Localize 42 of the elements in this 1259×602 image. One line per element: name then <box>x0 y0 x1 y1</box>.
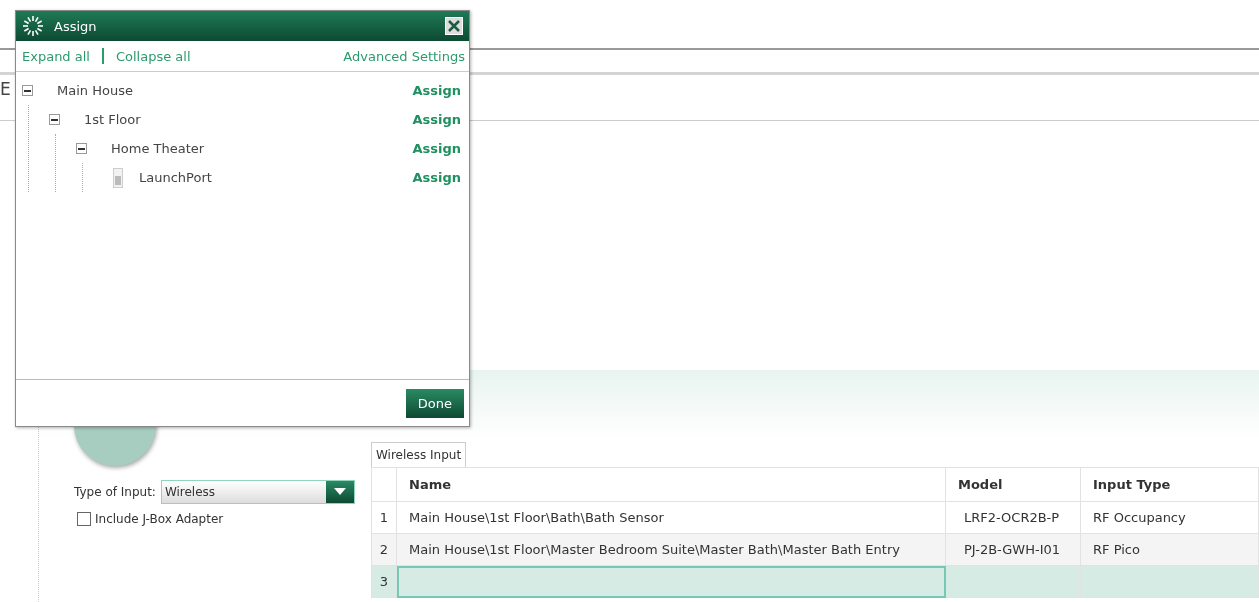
row-number: 3 <box>371 565 397 598</box>
collapse-all-link[interactable]: Collapse all <box>115 48 191 64</box>
table-cell: Main House\1st Floor\Master Bedroom Suite\Master Bath\Master Bath Entry <box>396 533 946 566</box>
collapse-toggle[interactable] <box>49 114 60 125</box>
close-icon[interactable] <box>445 17 463 35</box>
dialog-title: Assign <box>54 18 98 34</box>
tree-item-label[interactable]: Home Theater <box>111 141 413 156</box>
done-button[interactable]: Done <box>405 388 464 418</box>
table-row[interactable]: 2 Main House\1st Floor\Master Bedroom Suite\Master Bath\Master Bath Entry PJ-2B-GWH-I01 RF Pico <box>371 533 1259 566</box>
assign-link[interactable]: Assign <box>412 141 461 156</box>
device-icon <box>113 167 123 188</box>
table-cell: PJ-2B-GWH-I01 <box>945 533 1081 566</box>
collapse-toggle[interactable] <box>76 143 87 154</box>
tree-item-label[interactable]: 1st Floor <box>84 112 413 127</box>
table-cell: LRF2-OCR2B-P <box>945 501 1081 534</box>
row-number: 1 <box>371 501 397 534</box>
collapse-toggle[interactable] <box>22 85 33 96</box>
tab[interactable]: Wireless Input <box>371 442 467 467</box>
heading-fragment: E <box>0 78 11 99</box>
name-input-field[interactable] <box>396 565 946 598</box>
checkbox-label[interactable]: Include J-Box Adapter <box>95 512 224 526</box>
tree-item-label[interactable]: LaunchPort <box>139 170 413 185</box>
column-header[interactable]: Model <box>945 467 1081 502</box>
assign-link[interactable]: Assign <box>412 83 461 98</box>
dropdown-arrow-icon[interactable] <box>333 488 346 496</box>
column-header[interactable]: Input Type <box>1080 467 1259 502</box>
assign-link[interactable]: Assign <box>412 112 461 127</box>
table-cell: RF Occupancy <box>1080 501 1259 534</box>
table-cell: Main House\1st Floor\Bath\Bath Sensor <box>396 501 946 534</box>
row-number: 2 <box>371 533 397 566</box>
type-of-input-label: Type of Input: <box>74 485 156 499</box>
tree-item-label[interactable]: Main House <box>57 83 413 98</box>
selected-table-row[interactable]: 3 <box>371 565 1259 598</box>
advanced-settings-link[interactable]: Advanced Settings <box>343 48 465 64</box>
type-of-input-dropdown[interactable]: Wireless <box>160 480 355 504</box>
expand-all-link[interactable]: Expand all <box>22 48 90 64</box>
checkbox[interactable] <box>77 512 91 526</box>
spinner-logo-icon <box>22 15 44 37</box>
table-row[interactable]: 1 Main House\1st Floor\Bath\Bath Sensor LRF2-OCR2B-P RF Occupancy <box>371 501 1259 534</box>
assign-link[interactable]: Assign <box>412 170 461 185</box>
table-cell: RF Pico <box>1080 533 1259 566</box>
column-header[interactable]: Name <box>396 467 946 502</box>
